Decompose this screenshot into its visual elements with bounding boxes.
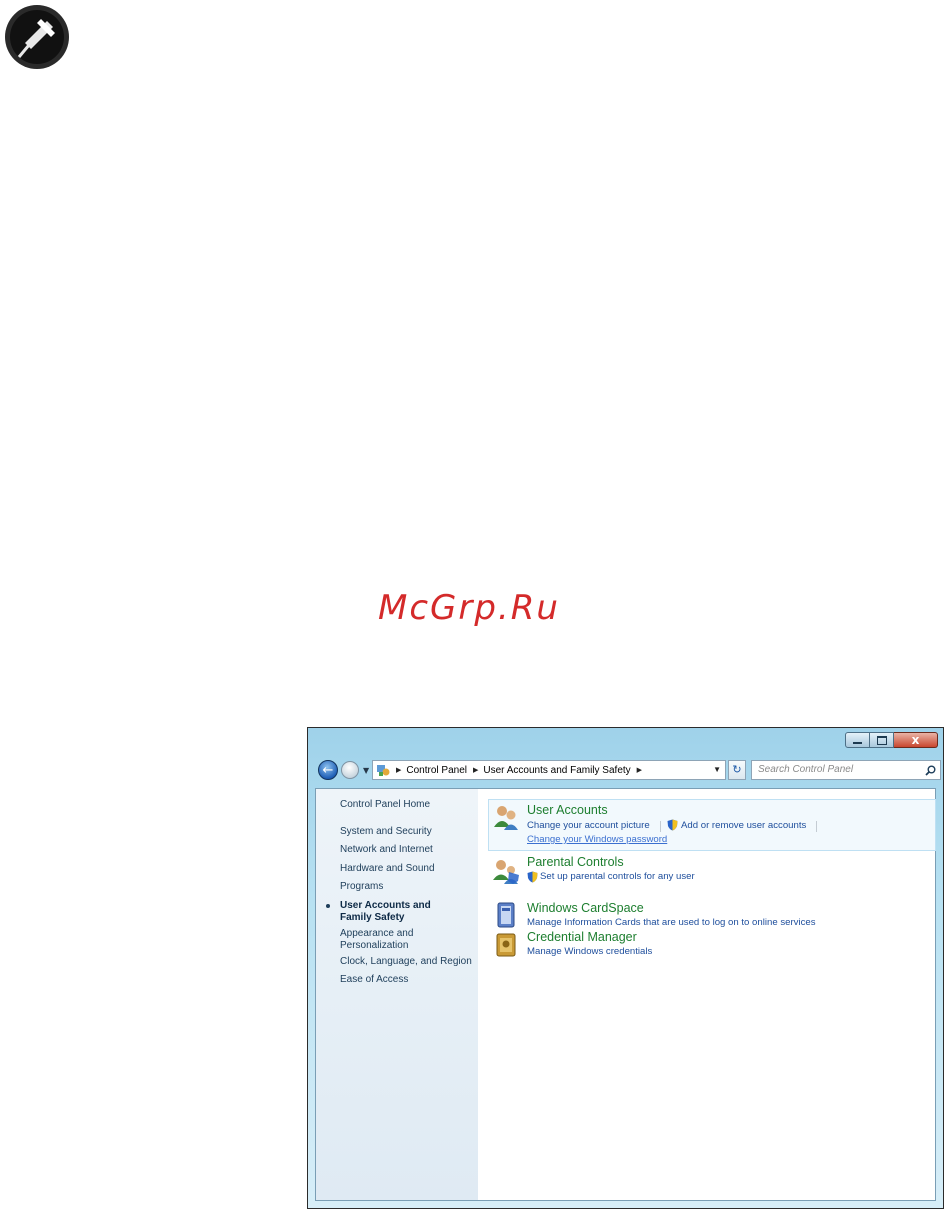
refresh-icon: ↻ xyxy=(732,763,742,776)
window-content: Control Panel Home System and Security N… xyxy=(315,788,936,1201)
sidebar-item-network-and-internet[interactable]: Network and Internet xyxy=(340,844,474,856)
address-dropdown-icon[interactable]: ▼ xyxy=(713,765,721,774)
recent-pages-dropdown-icon[interactable]: ▼ xyxy=(363,766,369,775)
parental-controls-icon[interactable] xyxy=(492,857,520,885)
sidebar-item-user-accounts[interactable]: User Accounts and Family Safety xyxy=(340,900,462,924)
close-icon: x xyxy=(911,733,920,747)
maximize-icon xyxy=(876,735,887,745)
breadcrumb-user-accounts[interactable]: User Accounts and Family Safety xyxy=(483,765,630,776)
active-item-bullet xyxy=(326,904,330,908)
refresh-button[interactable]: ↻ xyxy=(728,760,746,780)
navigation-bar: ← ▼ ▶ Control Panel ▶ User Accounts and … xyxy=(318,760,941,782)
link-separator xyxy=(816,821,817,832)
sidebar-item-appearance[interactable]: Appearance and Personalization xyxy=(340,928,430,952)
sidebar-item-system-and-security[interactable]: System and Security xyxy=(340,826,474,838)
watermark-text: McGrp.Ru xyxy=(378,588,560,628)
sidebar-item-ease-of-access[interactable]: Ease of Access xyxy=(340,974,474,986)
search-placeholder: Search Control Panel xyxy=(758,764,854,775)
minimize-icon xyxy=(853,742,862,744)
change-windows-password-link[interactable]: Change your Windows password xyxy=(527,834,667,845)
search-icon[interactable] xyxy=(925,765,936,776)
add-remove-user-accounts-link[interactable]: Add or remove user accounts xyxy=(681,820,806,831)
sidebar-item-control-panel-home[interactable]: Control Panel Home xyxy=(340,799,474,811)
set-up-parental-controls-link[interactable]: Set up parental controls for any user xyxy=(540,871,695,882)
breadcrumb-separator-icon[interactable]: ▶ xyxy=(396,766,401,774)
breadcrumb-control-panel[interactable]: Control Panel xyxy=(406,765,467,776)
sidebar-item-programs[interactable]: Programs xyxy=(340,881,474,893)
control-panel-icon xyxy=(377,765,390,776)
shield-icon xyxy=(667,819,678,831)
search-input[interactable]: Search Control Panel xyxy=(751,760,941,780)
credential-manager-icon[interactable] xyxy=(492,931,520,959)
link-separator xyxy=(660,821,661,832)
maximize-button[interactable] xyxy=(870,732,894,748)
control-panel-window: x ← ▼ ▶ Control Panel ▶ User Accounts an… xyxy=(307,727,944,1209)
sidebar-item-clock-language-region[interactable]: Clock, Language, and Region xyxy=(340,956,474,968)
pushpin-note-icon xyxy=(5,5,69,69)
user-accounts-title[interactable]: User Accounts xyxy=(527,803,608,817)
cardspace-icon[interactable] xyxy=(492,901,520,929)
change-account-picture-link[interactable]: Change your account picture xyxy=(527,820,650,831)
back-arrow-icon: ← xyxy=(322,762,334,778)
close-button[interactable]: x xyxy=(894,732,938,748)
minimize-button[interactable] xyxy=(845,732,870,748)
back-button[interactable]: ← xyxy=(318,760,338,780)
shield-icon xyxy=(527,871,538,883)
sidebar-item-hardware-and-sound[interactable]: Hardware and Sound xyxy=(340,863,474,875)
credential-manager-title[interactable]: Credential Manager xyxy=(527,930,637,944)
breadcrumb-separator-icon[interactable]: ▶ xyxy=(637,766,642,774)
windows-cardspace-title[interactable]: Windows CardSpace xyxy=(527,901,644,915)
manage-information-cards-link[interactable]: Manage Information Cards that are used t… xyxy=(527,917,816,928)
caption-buttons: x xyxy=(845,732,938,750)
breadcrumb-separator-icon[interactable]: ▶ xyxy=(473,766,478,774)
address-bar[interactable]: ▶ Control Panel ▶ User Accounts and Fami… xyxy=(372,760,726,780)
parental-controls-title[interactable]: Parental Controls xyxy=(527,855,624,869)
forward-button[interactable] xyxy=(341,761,359,779)
user-accounts-icon[interactable] xyxy=(492,803,520,831)
manage-windows-credentials-link[interactable]: Manage Windows credentials xyxy=(527,946,652,957)
sidebar: Control Panel Home System and Security N… xyxy=(316,789,478,1200)
